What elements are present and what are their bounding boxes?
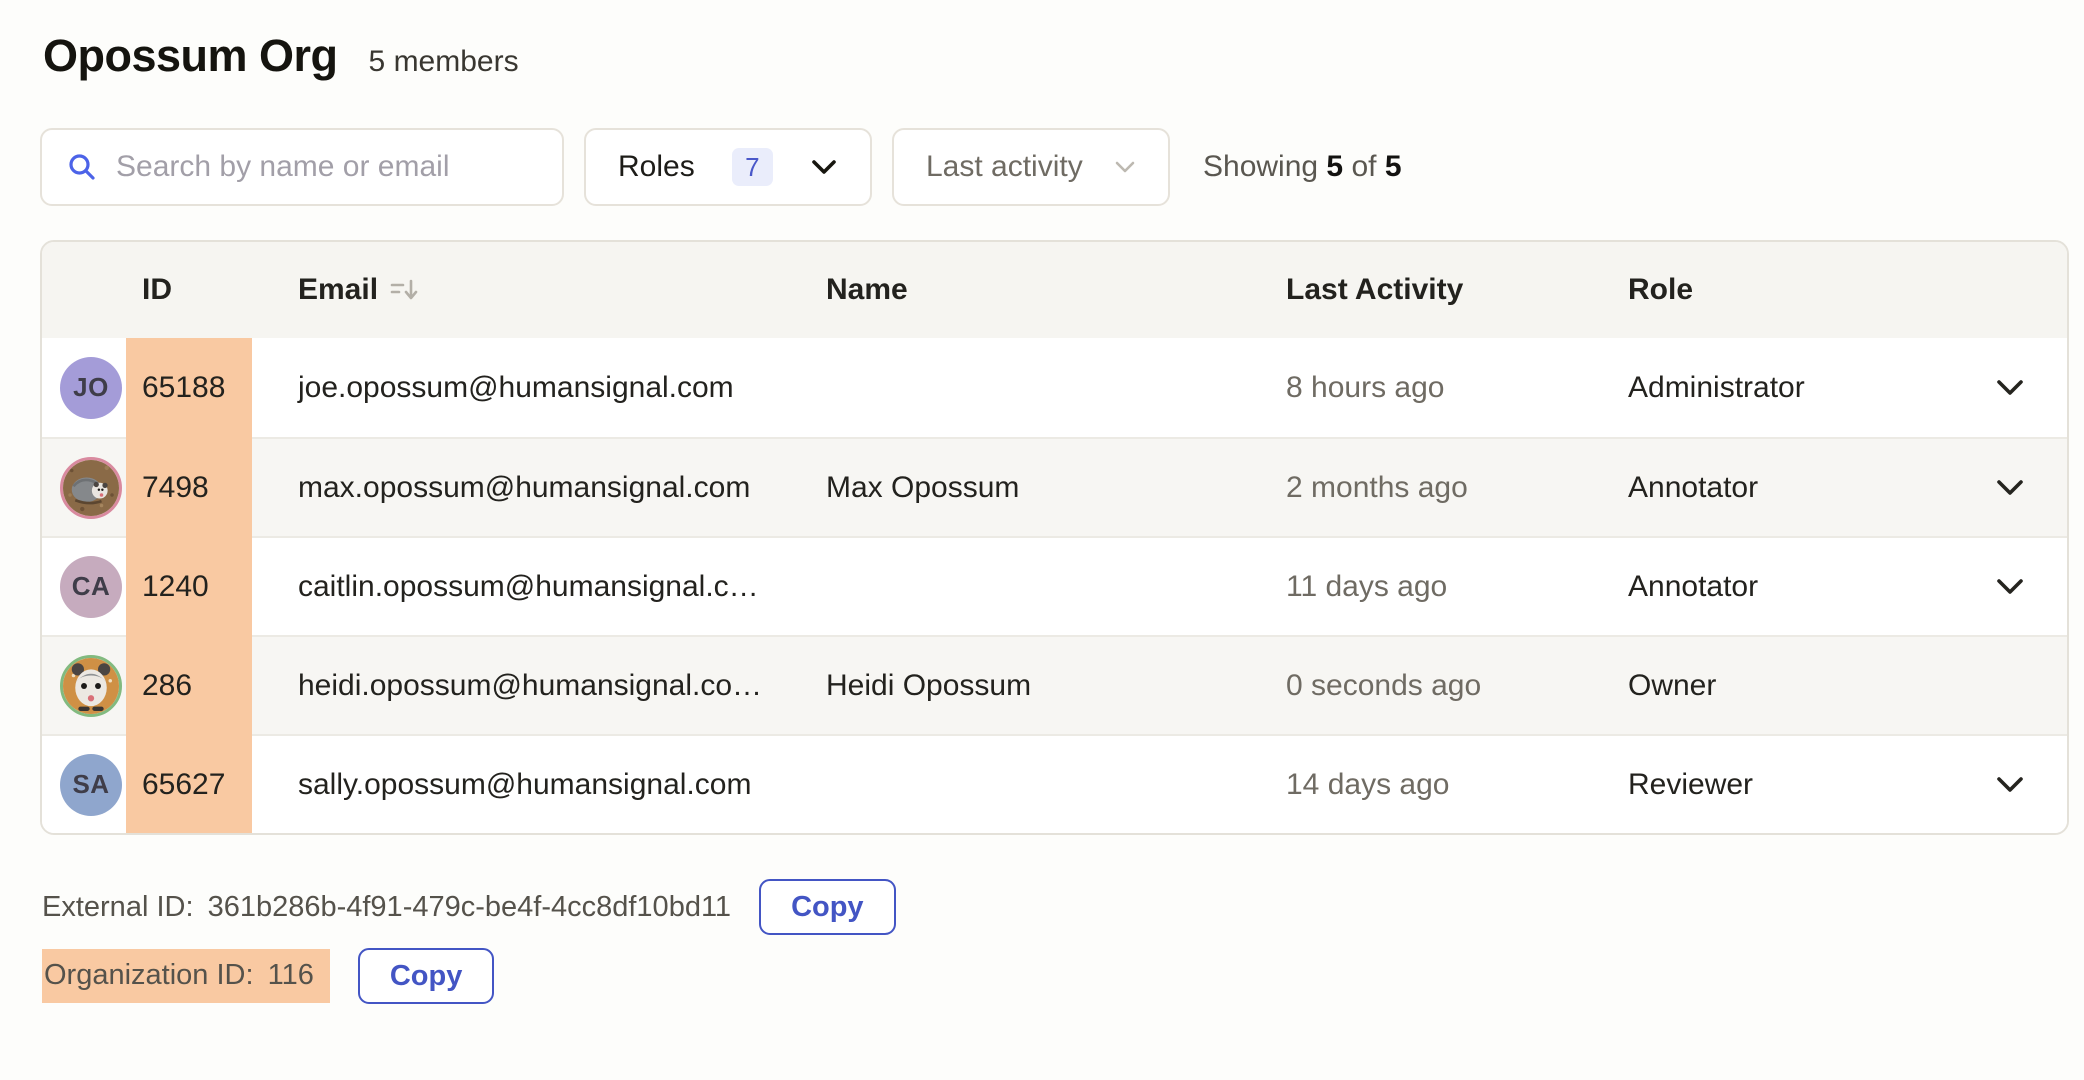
table-body: JO 65188 joe.opossum@humansignal.com 8 h… [42,338,2067,833]
search-input[interactable] [116,150,538,184]
table-header-row: ID Email Name Last Activity Role [42,242,2067,338]
table-row: JO 65188 joe.opossum@humansignal.com 8 h… [42,338,2067,437]
member-last-activity: 11 days ago [1286,570,1628,604]
chevron-down-icon[interactable] [1995,378,2025,397]
column-header-role: Role [1628,273,2067,307]
table-row: 7498 max.opossum@humansignal.com Max Opo… [42,437,2067,536]
member-name: Max Opossum [826,471,1286,505]
member-role-cell: Annotator [1628,570,2067,604]
filter-row: Roles 7 Last activity Showing 5 of 5 [40,128,2069,206]
title-row: Opossum Org 5 members [40,30,2069,82]
last-activity-sort-dropdown[interactable]: Last activity [892,128,1170,206]
external-id-value: 361b286b-4f91-479c-be4f-4cc8df10bd11 [208,891,732,923]
member-role-cell: Annotator [1628,471,2067,505]
chevron-down-icon[interactable] [1995,775,2025,794]
chevron-down-icon [810,158,838,176]
roles-count-badge: 7 [732,148,772,186]
external-id-label: External ID: [42,891,194,923]
member-id: 65627 [126,768,252,802]
avatar-initials: CA [60,556,122,618]
opossum-face-avatar [60,655,122,717]
member-email: max.opossum@humansignal.com [252,471,826,505]
member-email: sally.opossum@humansignal.com [252,768,826,802]
member-role: Annotator [1628,570,1758,604]
table-row: CA 1240 caitlin.opossum@humansignal.c… 1… [42,536,2067,635]
member-role-cell: Reviewer [1628,768,2067,802]
column-header-name: Name [826,273,1286,307]
showing-count: Showing 5 of 5 [1203,150,1402,184]
opossum-on-ground-avatar [60,457,122,519]
roles-filter-dropdown[interactable]: Roles 7 [584,128,872,206]
member-last-activity: 0 seconds ago [1286,669,1628,703]
organization-id-value: 116 [268,959,314,991]
search-box[interactable] [40,128,564,206]
column-header-email-label: Email [298,273,378,307]
members-table: ID Email Name Last Activity Role JO 6518… [40,240,2069,835]
external-id-row: External ID: 361b286b-4f91-479c-be4f-4cc… [42,879,2069,935]
avatar-cell [42,457,126,519]
member-email: joe.opossum@humansignal.com [252,371,826,405]
avatar-cell [42,655,126,717]
chevron-down-icon [1114,160,1136,174]
organization-id-row: Organization ID: 116 Copy [42,948,2069,1004]
member-email: heidi.opossum@humansignal.co… [252,669,826,703]
external-id-text: External ID: 361b286b-4f91-479c-be4f-4cc… [42,891,731,924]
member-role: Reviewer [1628,768,1753,802]
member-role-cell: Owner [1628,669,2067,703]
avatar-cell: CA [42,556,126,618]
member-email: caitlin.opossum@humansignal.c… [252,570,826,604]
member-count: 5 members [369,45,519,79]
member-id: 286 [126,669,252,703]
roles-filter-label: Roles [618,150,695,184]
showing-of: of [1351,150,1376,183]
avatar-cell: JO [42,357,126,419]
member-last-activity: 14 days ago [1286,768,1628,802]
page-title: Opossum Org [43,30,338,82]
sort-descending-icon[interactable] [390,277,420,303]
column-header-email[interactable]: Email [252,273,826,307]
member-name: Heidi Opossum [826,669,1286,703]
search-icon [66,151,98,183]
member-id: 1240 [126,570,252,604]
showing-total: 5 [1385,150,1402,183]
copy-external-id-button[interactable]: Copy [759,879,896,935]
copy-organization-id-button[interactable]: Copy [358,948,495,1004]
member-role-cell: Administrator [1628,371,2067,405]
organization-members-page: Opossum Org 5 members Roles 7 Last activ [0,0,2084,1004]
table-row: SA 65627 sally.opossum@humansignal.com 1… [42,734,2067,833]
avatar-initials: SA [60,754,122,816]
avatar-cell: SA [42,754,126,816]
organization-id-label: Organization ID: [44,959,254,991]
member-role: Owner [1628,669,1716,703]
column-header-last-activity: Last Activity [1286,273,1628,307]
member-id: 7498 [126,471,252,505]
avatar-initials: JO [60,357,122,419]
column-header-id: ID [126,273,252,307]
last-activity-label: Last activity [926,150,1083,184]
showing-shown: 5 [1326,150,1343,183]
member-id: 65188 [126,371,252,405]
table-row: 286 heidi.opossum@humansignal.co… Heidi … [42,635,2067,734]
chevron-down-icon[interactable] [1995,577,2025,596]
member-last-activity: 8 hours ago [1286,371,1628,405]
member-role: Annotator [1628,471,1758,505]
organization-id-text: Organization ID: 116 [42,949,330,1003]
showing-prefix: Showing [1203,150,1318,183]
chevron-down-icon[interactable] [1995,478,2025,497]
member-last-activity: 2 months ago [1286,471,1628,505]
member-role: Administrator [1628,371,1805,405]
